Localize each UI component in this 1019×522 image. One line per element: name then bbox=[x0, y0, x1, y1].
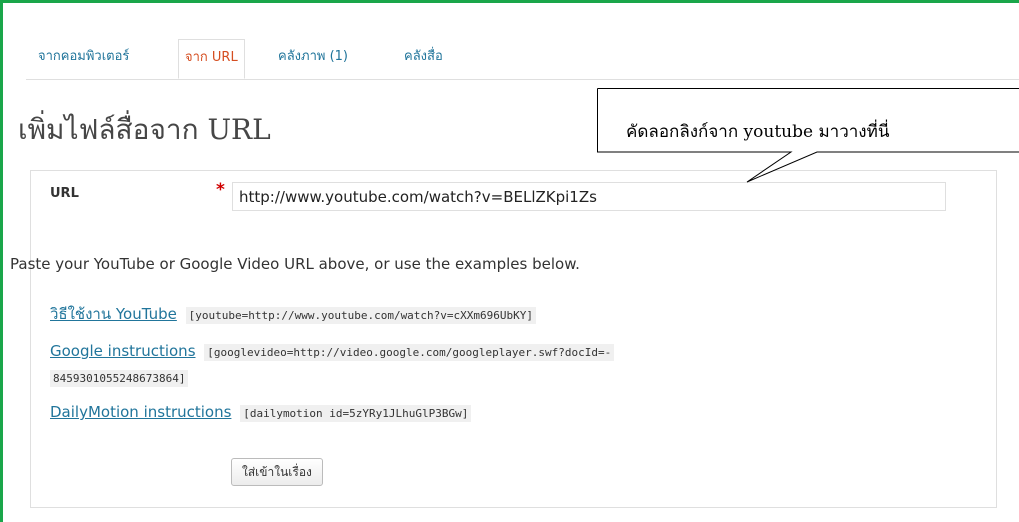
google-instructions-link[interactable]: Google instructions bbox=[50, 342, 196, 360]
tab-media-library[interactable]: คลังสื่อ bbox=[404, 45, 443, 66]
tab-gallery[interactable]: คลังภาพ (1) bbox=[278, 45, 348, 66]
google-shortcode-continued: 8459301055248673864] bbox=[50, 370, 189, 387]
url-form-panel bbox=[30, 170, 997, 508]
media-tabs: จากคอมพิวเตอร์ จาก URL คลังภาพ (1) คลังส… bbox=[26, 29, 1019, 80]
help-text: Paste your YouTube or Google Video URL a… bbox=[10, 255, 580, 273]
example-dailymotion: DailyMotion instructions [dailymotion id… bbox=[50, 403, 472, 422]
required-marker: * bbox=[216, 180, 225, 200]
tab-from-computer[interactable]: จากคอมพิวเตอร์ bbox=[38, 45, 129, 66]
dailymotion-shortcode: [dailymotion id=5zYRy1JLhuGlP3BGw] bbox=[240, 405, 472, 422]
url-input[interactable] bbox=[232, 182, 946, 211]
example-google: Google instructions [googlevideo=http://… bbox=[50, 342, 615, 361]
url-field-label: URL bbox=[50, 186, 79, 201]
youtube-instructions-link[interactable]: วิธีใช้งาน YouTube bbox=[50, 305, 177, 323]
insert-into-post-button[interactable]: ใส่เข้าในเรื่อง bbox=[231, 458, 323, 486]
example-youtube: วิธีใช้งาน YouTube [youtube=http://www.y… bbox=[50, 302, 537, 326]
tab-from-url[interactable]: จาก URL bbox=[178, 39, 245, 79]
google-shortcode: [googlevideo=http://video.google.com/goo… bbox=[204, 344, 615, 361]
page-title: เพิ่มไฟล์สื่อจาก URL bbox=[18, 113, 271, 146]
dailymotion-instructions-link[interactable]: DailyMotion instructions bbox=[50, 403, 231, 421]
callout-text: คัดลอกลิงก์จาก youtube มาวางที่นี่ bbox=[626, 122, 890, 142]
youtube-shortcode: [youtube=http://www.youtube.com/watch?v=… bbox=[185, 307, 537, 324]
